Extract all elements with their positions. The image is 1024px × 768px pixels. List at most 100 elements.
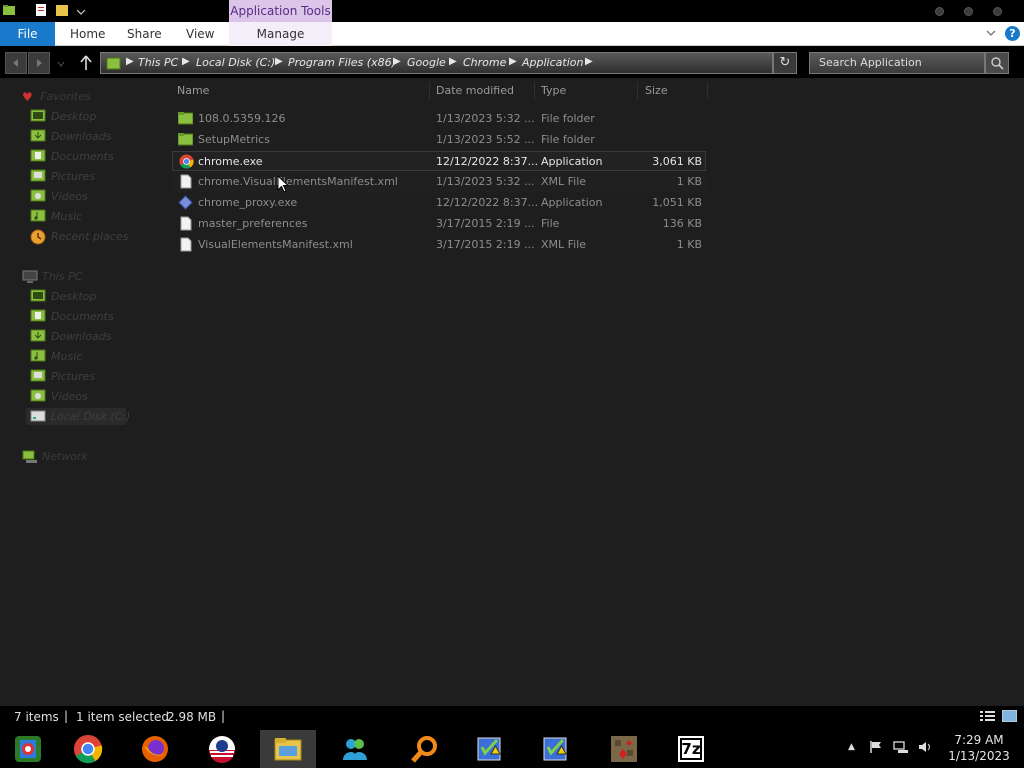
file-type: Application — [541, 155, 603, 168]
videos-icon — [30, 389, 46, 403]
music-icon — [30, 209, 46, 223]
column-divider[interactable] — [534, 82, 535, 100]
file-row[interactable]: VisualElementsManifest.xml 3/17/2015 2:1… — [172, 235, 706, 255]
taskbar-game[interactable] — [596, 730, 652, 768]
mouse-cursor-icon — [277, 174, 290, 196]
properties-icon[interactable] — [34, 3, 48, 17]
breadcrumb-program-files[interactable]: Program Files (x86) — [288, 56, 396, 69]
taskbar-7zip[interactable]: 7z — [663, 730, 719, 768]
folder-icon — [177, 111, 194, 125]
breadcrumb-separator-icon[interactable]: ▶ — [126, 56, 134, 67]
file-row[interactable]: SetupMetrics 1/13/2023 5:52 ... File fol… — [172, 130, 706, 150]
recent-locations-chevron-icon[interactable] — [57, 58, 65, 71]
tab-share[interactable]: Share — [127, 22, 162, 46]
file-size: 1 KB — [676, 238, 702, 251]
checklist-icon — [543, 737, 567, 761]
column-divider[interactable] — [707, 82, 708, 100]
breadcrumb-application[interactable]: Application — [522, 56, 583, 69]
column-header-size[interactable]: Size — [645, 84, 668, 97]
address-row: ▶ This PC ▶ Local Disk (C:) ▶ Program Fi… — [0, 46, 1024, 78]
new-folder-icon[interactable] — [55, 3, 69, 17]
breadcrumb-separator-icon[interactable]: ▶ — [182, 56, 190, 67]
column-header-type[interactable]: Type — [541, 84, 566, 97]
column-header-date[interactable]: Date modified — [436, 84, 514, 97]
file-row[interactable]: 108.0.5359.126 1/13/2023 5:32 ... File f… — [172, 109, 706, 129]
network-tray-icon[interactable] — [893, 740, 909, 757]
breadcrumb-this-pc[interactable]: This PC — [138, 56, 178, 69]
tab-manage[interactable]: Manage — [229, 22, 332, 46]
help-icon[interactable]: ? — [1005, 26, 1020, 41]
file-size: 1,051 KB — [652, 196, 702, 209]
document-icon — [178, 174, 193, 189]
show-hidden-icons-icon[interactable]: ▲ — [848, 742, 855, 752]
file-size: 1 KB — [676, 175, 702, 188]
breadcrumb-separator-icon[interactable]: ▶ — [585, 56, 593, 67]
videos-icon — [30, 189, 46, 203]
file-type: File folder — [541, 112, 595, 125]
large-icons-view-icon[interactable] — [1001, 709, 1018, 723]
column-divider[interactable] — [637, 82, 638, 100]
taskbar-checklist-app-2[interactable] — [528, 730, 584, 768]
clock-time: 7:29 AM — [954, 733, 1004, 747]
taskbar-chrome[interactable] — [60, 730, 116, 768]
refresh-button[interactable]: ↻ — [773, 52, 797, 74]
back-button[interactable] — [5, 52, 27, 74]
taskbar-obama-app[interactable] — [194, 730, 250, 768]
breadcrumb-google[interactable]: Google — [407, 56, 446, 69]
forward-button[interactable] — [28, 52, 50, 74]
tab-home[interactable]: Home — [70, 22, 105, 46]
up-button[interactable] — [78, 54, 94, 75]
drive-icon — [30, 409, 46, 423]
item-count: 7 items — [14, 710, 59, 724]
action-center-flag-icon[interactable] — [869, 740, 883, 757]
app-exe-icon — [178, 195, 193, 210]
breadcrumb-chrome[interactable]: Chrome — [463, 56, 506, 69]
breadcrumb-local-disk[interactable]: Local Disk (C:) — [196, 56, 275, 69]
taskbar-search-app[interactable] — [397, 730, 453, 768]
column-header-name[interactable]: Name — [177, 84, 209, 97]
taskbar-messenger[interactable] — [327, 730, 383, 768]
status-bar: 7 items | 1 item selected 2.98 MB | — [0, 706, 1024, 728]
file-row-selected[interactable]: chrome.exe 12/12/2022 8:37... Applicatio… — [172, 151, 706, 171]
taskbar-firefox[interactable] — [127, 730, 183, 768]
start-button[interactable] — [0, 730, 56, 768]
minimize-button[interactable] — [935, 7, 944, 16]
address-bar[interactable]: ▶ This PC ▶ Local Disk (C:) ▶ Program Fi… — [100, 52, 773, 74]
search-button[interactable] — [985, 52, 1009, 74]
taskbar-checklist-app-1[interactable] — [462, 730, 518, 768]
maximize-button[interactable] — [964, 7, 973, 16]
breadcrumb-separator-icon[interactable]: ▶ — [449, 56, 457, 67]
breadcrumb-separator-icon[interactable]: ▶ — [275, 56, 283, 67]
status-divider: | — [64, 709, 69, 723]
volume-icon[interactable] — [918, 740, 934, 757]
document-icon — [178, 216, 193, 231]
search-input[interactable]: Search Application — [809, 52, 985, 74]
recent-places-icon — [30, 229, 46, 245]
taskbar-file-explorer[interactable] — [260, 730, 316, 768]
nav-label: Videos — [51, 390, 88, 403]
nav-label: Local Disk (C:) — [51, 410, 131, 423]
taskbar: 7z ▲ 7:29 AM 1/13/2023 — [0, 728, 1024, 768]
ribbon-expand-icon[interactable] — [985, 27, 997, 42]
firefox-icon — [142, 736, 168, 762]
explorer-small-icon[interactable] — [2, 3, 16, 17]
file-type: XML File — [541, 175, 587, 188]
system-clock[interactable]: 7:29 AM 1/13/2023 — [945, 732, 1013, 764]
column-divider[interactable] — [429, 82, 430, 100]
file-type: File folder — [541, 133, 595, 146]
location-folder-icon — [106, 56, 121, 73]
details-view-icon[interactable] — [980, 710, 995, 722]
file-row[interactable]: chrome.VisualElementsManifest.xml 1/13/2… — [172, 172, 706, 192]
chevron-down-icon[interactable] — [76, 3, 90, 17]
file-row[interactable]: master_preferences 3/17/2015 2:19 ... Fi… — [172, 214, 706, 234]
file-row[interactable]: chrome_proxy.exe 12/12/2022 8:37... Appl… — [172, 193, 706, 213]
favorites-label: Favorites — [40, 90, 91, 103]
breadcrumb-separator-icon[interactable]: ▶ — [509, 56, 517, 67]
breadcrumb-separator-icon[interactable]: ▶ — [393, 56, 401, 67]
tab-view[interactable]: View — [186, 22, 214, 46]
document-icon — [178, 237, 193, 252]
close-button[interactable] — [993, 7, 1002, 16]
start-orb-icon — [15, 736, 41, 762]
folder-icon — [177, 132, 194, 146]
tab-file[interactable]: File — [0, 22, 55, 46]
